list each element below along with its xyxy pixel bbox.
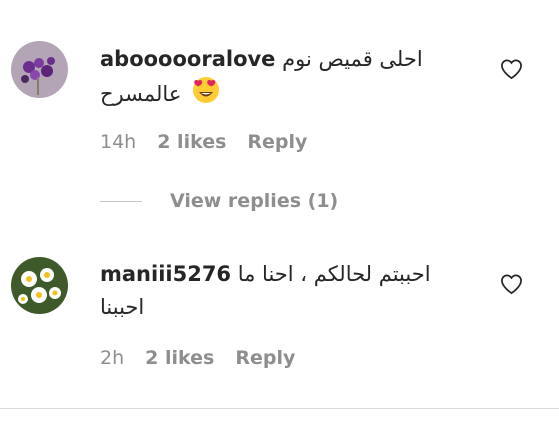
comment-username[interactable]: maniii5276 (100, 262, 231, 286)
comment-meta: 2h 2 likes Reply (100, 347, 295, 369)
daisies-avatar-icon (11, 257, 68, 314)
comment-text: احلى قميص نوم (282, 47, 423, 71)
reply-button[interactable]: Reply (235, 347, 295, 369)
comment-body: aboooooralove احلى قميص نوم عالمسرح (100, 43, 480, 114)
divider (0, 408, 559, 409)
reply-button[interactable]: Reply (247, 131, 307, 153)
comment-text: احببتم لحالكم ، احنا ما (237, 262, 431, 286)
comment-body: maniii5276 احببتم لحالكم ، احنا ما احببن… (100, 258, 480, 324)
likes-count[interactable]: 2 likes (145, 347, 214, 369)
avatar[interactable] (11, 41, 68, 98)
replies-line (100, 200, 142, 202)
comment-text-line2: عالمسرح (100, 82, 182, 106)
comment-username[interactable]: aboooooralove (100, 47, 275, 71)
heart-eyes-emoji-icon (192, 76, 220, 114)
avatar[interactable] (11, 257, 68, 314)
comment-time[interactable]: 14h (100, 131, 136, 153)
likes-count[interactable]: 2 likes (157, 131, 226, 153)
heart-outline-icon[interactable] (500, 58, 523, 80)
comment-meta: 14h 2 likes Reply (100, 131, 307, 153)
purple-flowers-avatar-icon (11, 41, 68, 98)
comment-time[interactable]: 2h (100, 347, 124, 369)
comment-text-line2: احببنا (100, 295, 145, 319)
view-replies-button[interactable]: View replies (1) (100, 190, 338, 212)
heart-outline-icon[interactable] (500, 273, 523, 295)
view-replies-label: View replies (1) (170, 190, 339, 212)
